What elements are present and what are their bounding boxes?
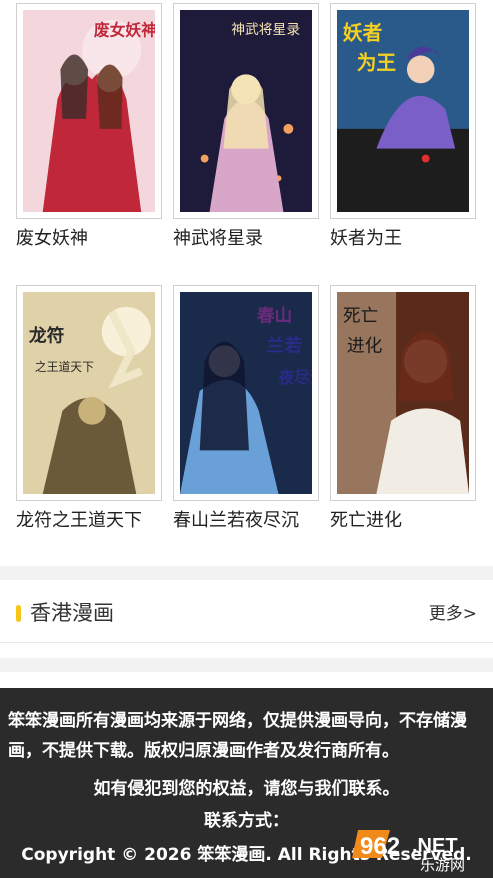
svg-text:为王: 为王 <box>357 51 397 74</box>
comic-title[interactable]: 春山兰若夜尽沉 <box>173 509 333 533</box>
more-link[interactable]: 更多> <box>429 602 477 626</box>
svg-text:之王道天下: 之王道天下 <box>35 360 94 374</box>
section-divider <box>0 658 493 672</box>
cover-illustration: 妖者 为王 <box>337 10 469 212</box>
section-title: 香港漫画 <box>30 601 114 625</box>
comic-cover[interactable]: 春山 兰若 夜尽沉 <box>173 285 319 501</box>
cover-illustration: 死亡 进化 <box>337 292 469 494</box>
svg-text:死亡: 死亡 <box>343 306 378 327</box>
svg-text:夜尽沉: 夜尽沉 <box>278 368 312 387</box>
cover-illustration: 龙符 之王道天下 <box>23 292 155 494</box>
section-header: 香港漫画 更多> <box>0 580 493 643</box>
svg-text:兰若: 兰若 <box>267 334 303 356</box>
comic-cover[interactable]: 废女妖神 <box>16 3 162 219</box>
comic-title[interactable]: 妖者为王 <box>330 227 490 251</box>
footer: 笨笨漫画所有漫画均来源于网络，仅提供漫画导向，不存储漫画，不提供下载。版权归原漫… <box>0 688 493 878</box>
svg-text:进化: 进化 <box>347 335 383 356</box>
cover-illustration: 春山 兰若 夜尽沉 <box>180 292 312 494</box>
comic-title[interactable]: 死亡进化 <box>330 509 490 533</box>
svg-text:妖者: 妖者 <box>343 22 383 45</box>
comic-title[interactable]: 神武将星录 <box>173 227 333 251</box>
footer-disclaimer: 笨笨漫画所有漫画均来源于网络，仅提供漫画导向，不存储漫画，不提供下载。版权归原漫… <box>8 711 467 761</box>
comic-title[interactable]: 废女妖神 <box>16 227 176 251</box>
watermark-logo: 962 .NET 乐游网 <box>350 824 485 874</box>
svg-text:春山: 春山 <box>257 305 292 327</box>
svg-text:神武将星录: 神武将星录 <box>231 22 300 38</box>
watermark-suffix: .NET <box>412 835 458 857</box>
section-accent-bar <box>16 605 21 622</box>
comic-cover[interactable]: 死亡 进化 <box>330 285 476 501</box>
footer-contact-notice: 如有侵犯到您的权益，请您与我们联系。 <box>93 779 400 799</box>
watermark-brand: 962 <box>360 833 400 860</box>
svg-text:废女妖神: 废女妖神 <box>94 21 155 40</box>
svg-text:龙符: 龙符 <box>29 324 65 346</box>
section-divider <box>0 566 493 580</box>
comic-cover[interactable]: 妖者 为王 <box>330 3 476 219</box>
cover-illustration: 废女妖神 <box>23 10 155 212</box>
cover-illustration: 神武将星录 <box>180 10 312 212</box>
comic-title[interactable]: 龙符之王道天下 <box>16 509 176 533</box>
watermark-sub: 乐游网 <box>420 856 465 872</box>
comic-cover[interactable]: 龙符 之王道天下 <box>16 285 162 501</box>
comic-cover[interactable]: 神武将星录 <box>173 3 319 219</box>
